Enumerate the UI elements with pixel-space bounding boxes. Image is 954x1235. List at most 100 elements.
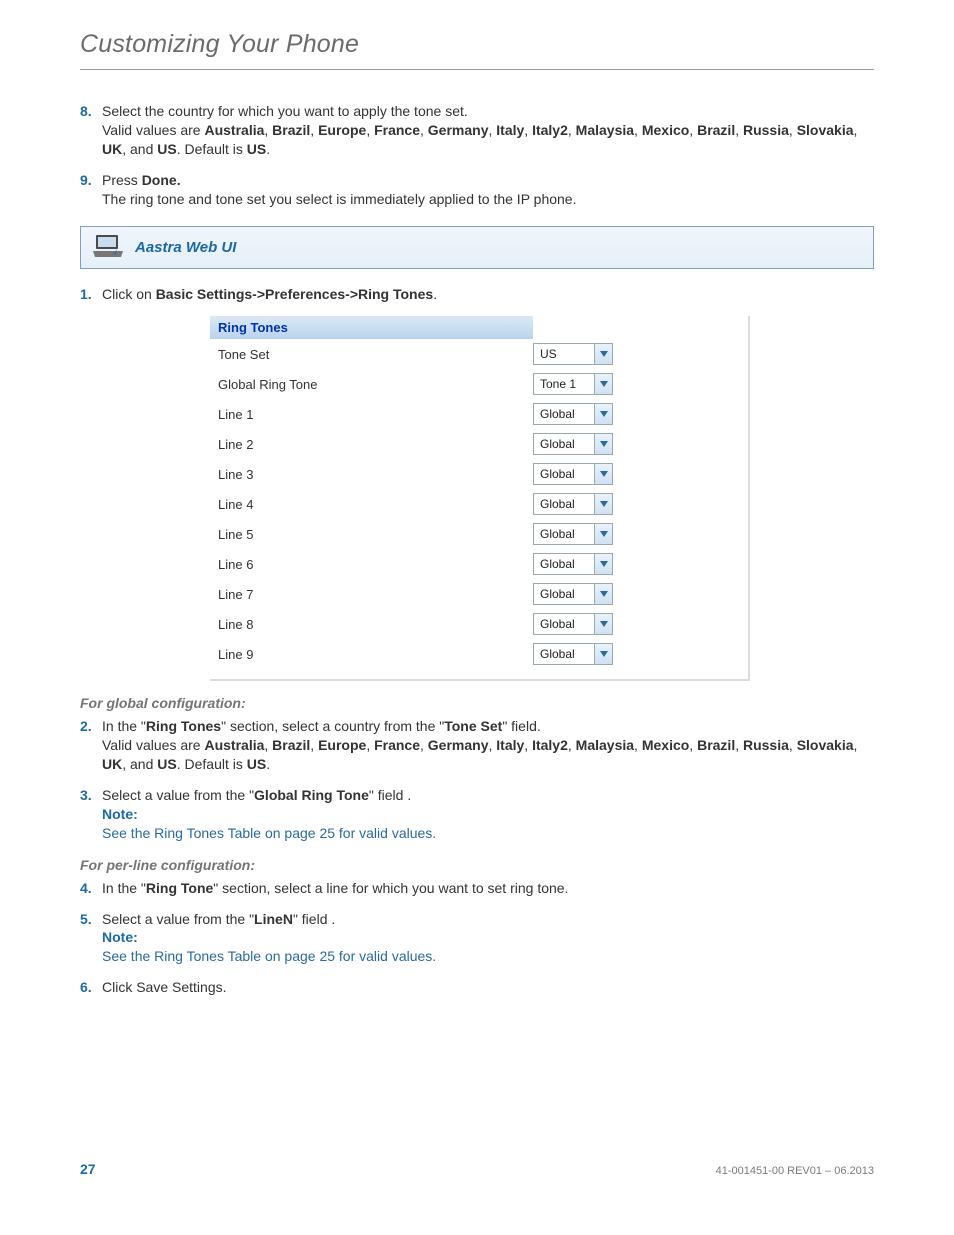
chevron-down-icon[interactable]	[594, 464, 612, 484]
ring-tone-row-label: Global Ring Tone	[218, 377, 533, 392]
chevron-down-icon[interactable]	[594, 524, 612, 544]
ring-tone-select[interactable]: US	[533, 343, 613, 365]
select-value: Global	[534, 644, 594, 664]
ring-tone-select[interactable]: Global	[533, 463, 613, 485]
per-line-steps: 4. In the "Ring Tone" section, select a …	[80, 879, 874, 997]
b: Tone Set	[444, 718, 502, 734]
t: for valid values.	[335, 948, 436, 964]
per-line-config-heading: For per-line configuration:	[80, 857, 874, 873]
ring-tone-select[interactable]: Global	[533, 493, 613, 515]
step-text: Select the country for which you want to…	[102, 103, 468, 119]
t: See the	[102, 948, 154, 964]
ring-tone-row: Global Ring ToneTone 1	[210, 369, 748, 399]
step-6: 6. Click Save Settings.	[80, 978, 874, 997]
breadcrumb-path: Basic Settings->Preferences->Ring Tones	[156, 286, 434, 302]
t: In the "	[102, 880, 146, 896]
ring-tone-row: Line 7Global	[210, 579, 748, 609]
ring-tone-row-label: Line 8	[218, 617, 533, 632]
step-suffix: .	[433, 286, 437, 302]
t: Select a value from the "	[102, 787, 254, 803]
chevron-down-icon[interactable]	[594, 434, 612, 454]
step-8: 8. Select the country for which you want…	[80, 102, 874, 159]
chevron-down-icon[interactable]	[594, 554, 612, 574]
ring-tones-header: Ring Tones	[210, 316, 533, 339]
ring-tone-row-label: Line 6	[218, 557, 533, 572]
step-number: 4.	[80, 879, 92, 898]
top-steps: 8. Select the country for which you want…	[80, 102, 874, 208]
ring-tone-row-label: Line 9	[218, 647, 533, 662]
step-2: 2. In the "Ring Tones" section, select a…	[80, 717, 874, 774]
note-label: Note:	[102, 806, 138, 822]
step-text: Press	[102, 172, 142, 188]
ring-tone-row: Tone SetUS	[210, 339, 748, 369]
ring-tone-select[interactable]: Global	[533, 523, 613, 545]
step-number: 9.	[80, 171, 92, 190]
b: LineN	[254, 911, 293, 927]
chevron-down-icon[interactable]	[594, 344, 612, 364]
ring-tones-panel: Ring Tones Tone SetUSGlobal Ring ToneTon…	[210, 316, 750, 681]
step-number: 1.	[80, 285, 92, 304]
step-4: 4. In the "Ring Tone" section, select a …	[80, 879, 874, 898]
t: on	[261, 825, 284, 841]
ring-tones-table-link[interactable]: Ring Tones Table	[154, 948, 261, 964]
select-value: Tone 1	[534, 374, 594, 394]
web-ui-steps: 1. Click on Basic Settings->Preferences-…	[80, 285, 874, 304]
t: " section, select a line for which you w…	[213, 880, 568, 896]
ring-tone-row: Line 2Global	[210, 429, 748, 459]
global-steps: 2. In the "Ring Tones" section, select a…	[80, 717, 874, 842]
select-value: Global	[534, 554, 594, 574]
done-label: Done.	[142, 172, 181, 188]
ring-tone-row: Line 3Global	[210, 459, 748, 489]
select-value: US	[534, 344, 594, 364]
page-link[interactable]: page 25	[284, 948, 335, 964]
step-9: 9. Press Done. The ring tone and tone se…	[80, 171, 874, 209]
valid-values: Valid values are Australia, Brazil, Euro…	[102, 737, 857, 772]
chevron-down-icon[interactable]	[594, 584, 612, 604]
step-3: 3. Select a value from the "Global Ring …	[80, 786, 874, 843]
step-5: 5. Select a value from the "LineN" field…	[80, 910, 874, 967]
ring-tone-row-label: Tone Set	[218, 347, 533, 362]
t: See the	[102, 825, 154, 841]
select-value: Global	[534, 524, 594, 544]
select-value: Global	[534, 584, 594, 604]
ring-tone-select[interactable]: Global	[533, 403, 613, 425]
chevron-down-icon[interactable]	[594, 374, 612, 394]
ring-tone-select[interactable]: Global	[533, 583, 613, 605]
t: Select a value from the "	[102, 911, 254, 927]
ring-tone-select[interactable]: Global	[533, 613, 613, 635]
page-title: Customizing Your Phone	[80, 30, 874, 70]
t: " field .	[369, 787, 411, 803]
select-value: Global	[534, 434, 594, 454]
ring-tone-row: Line 4Global	[210, 489, 748, 519]
chevron-down-icon[interactable]	[594, 494, 612, 514]
step-1: 1. Click on Basic Settings->Preferences-…	[80, 285, 874, 304]
ring-tone-row: Line 9Global	[210, 639, 748, 669]
chevron-down-icon[interactable]	[594, 404, 612, 424]
select-value: Global	[534, 614, 594, 634]
page-link[interactable]: page 25	[284, 825, 335, 841]
step-number: 5.	[80, 910, 92, 929]
note-text: See the Ring Tones Table on page 25 for …	[102, 825, 436, 841]
b: Global Ring Tone	[254, 787, 369, 803]
ring-tone-select[interactable]: Global	[533, 553, 613, 575]
t: for valid values.	[335, 825, 436, 841]
ring-tone-select[interactable]: Global	[533, 643, 613, 665]
t: on	[261, 948, 284, 964]
step-number: 2.	[80, 717, 92, 736]
step-after: The ring tone and tone set you select is…	[102, 191, 576, 207]
ring-tones-table-link[interactable]: Ring Tones Table	[154, 825, 261, 841]
ring-tone-row-label: Line 5	[218, 527, 533, 542]
note-text: See the Ring Tones Table on page 25 for …	[102, 948, 436, 964]
ring-tone-row: Line 5Global	[210, 519, 748, 549]
ring-tone-row-label: Line 1	[218, 407, 533, 422]
select-value: Global	[534, 494, 594, 514]
laptop-icon	[91, 233, 125, 262]
ring-tone-select[interactable]: Global	[533, 433, 613, 455]
chevron-down-icon[interactable]	[594, 644, 612, 664]
t: " section, select a country from the "	[221, 718, 444, 734]
chevron-down-icon[interactable]	[594, 614, 612, 634]
b: Ring Tones	[146, 718, 221, 734]
page-number: 27	[80, 1161, 96, 1177]
doc-id: 41-001451-00 REV01 – 06.2013	[716, 1165, 874, 1177]
ring-tone-select[interactable]: Tone 1	[533, 373, 613, 395]
